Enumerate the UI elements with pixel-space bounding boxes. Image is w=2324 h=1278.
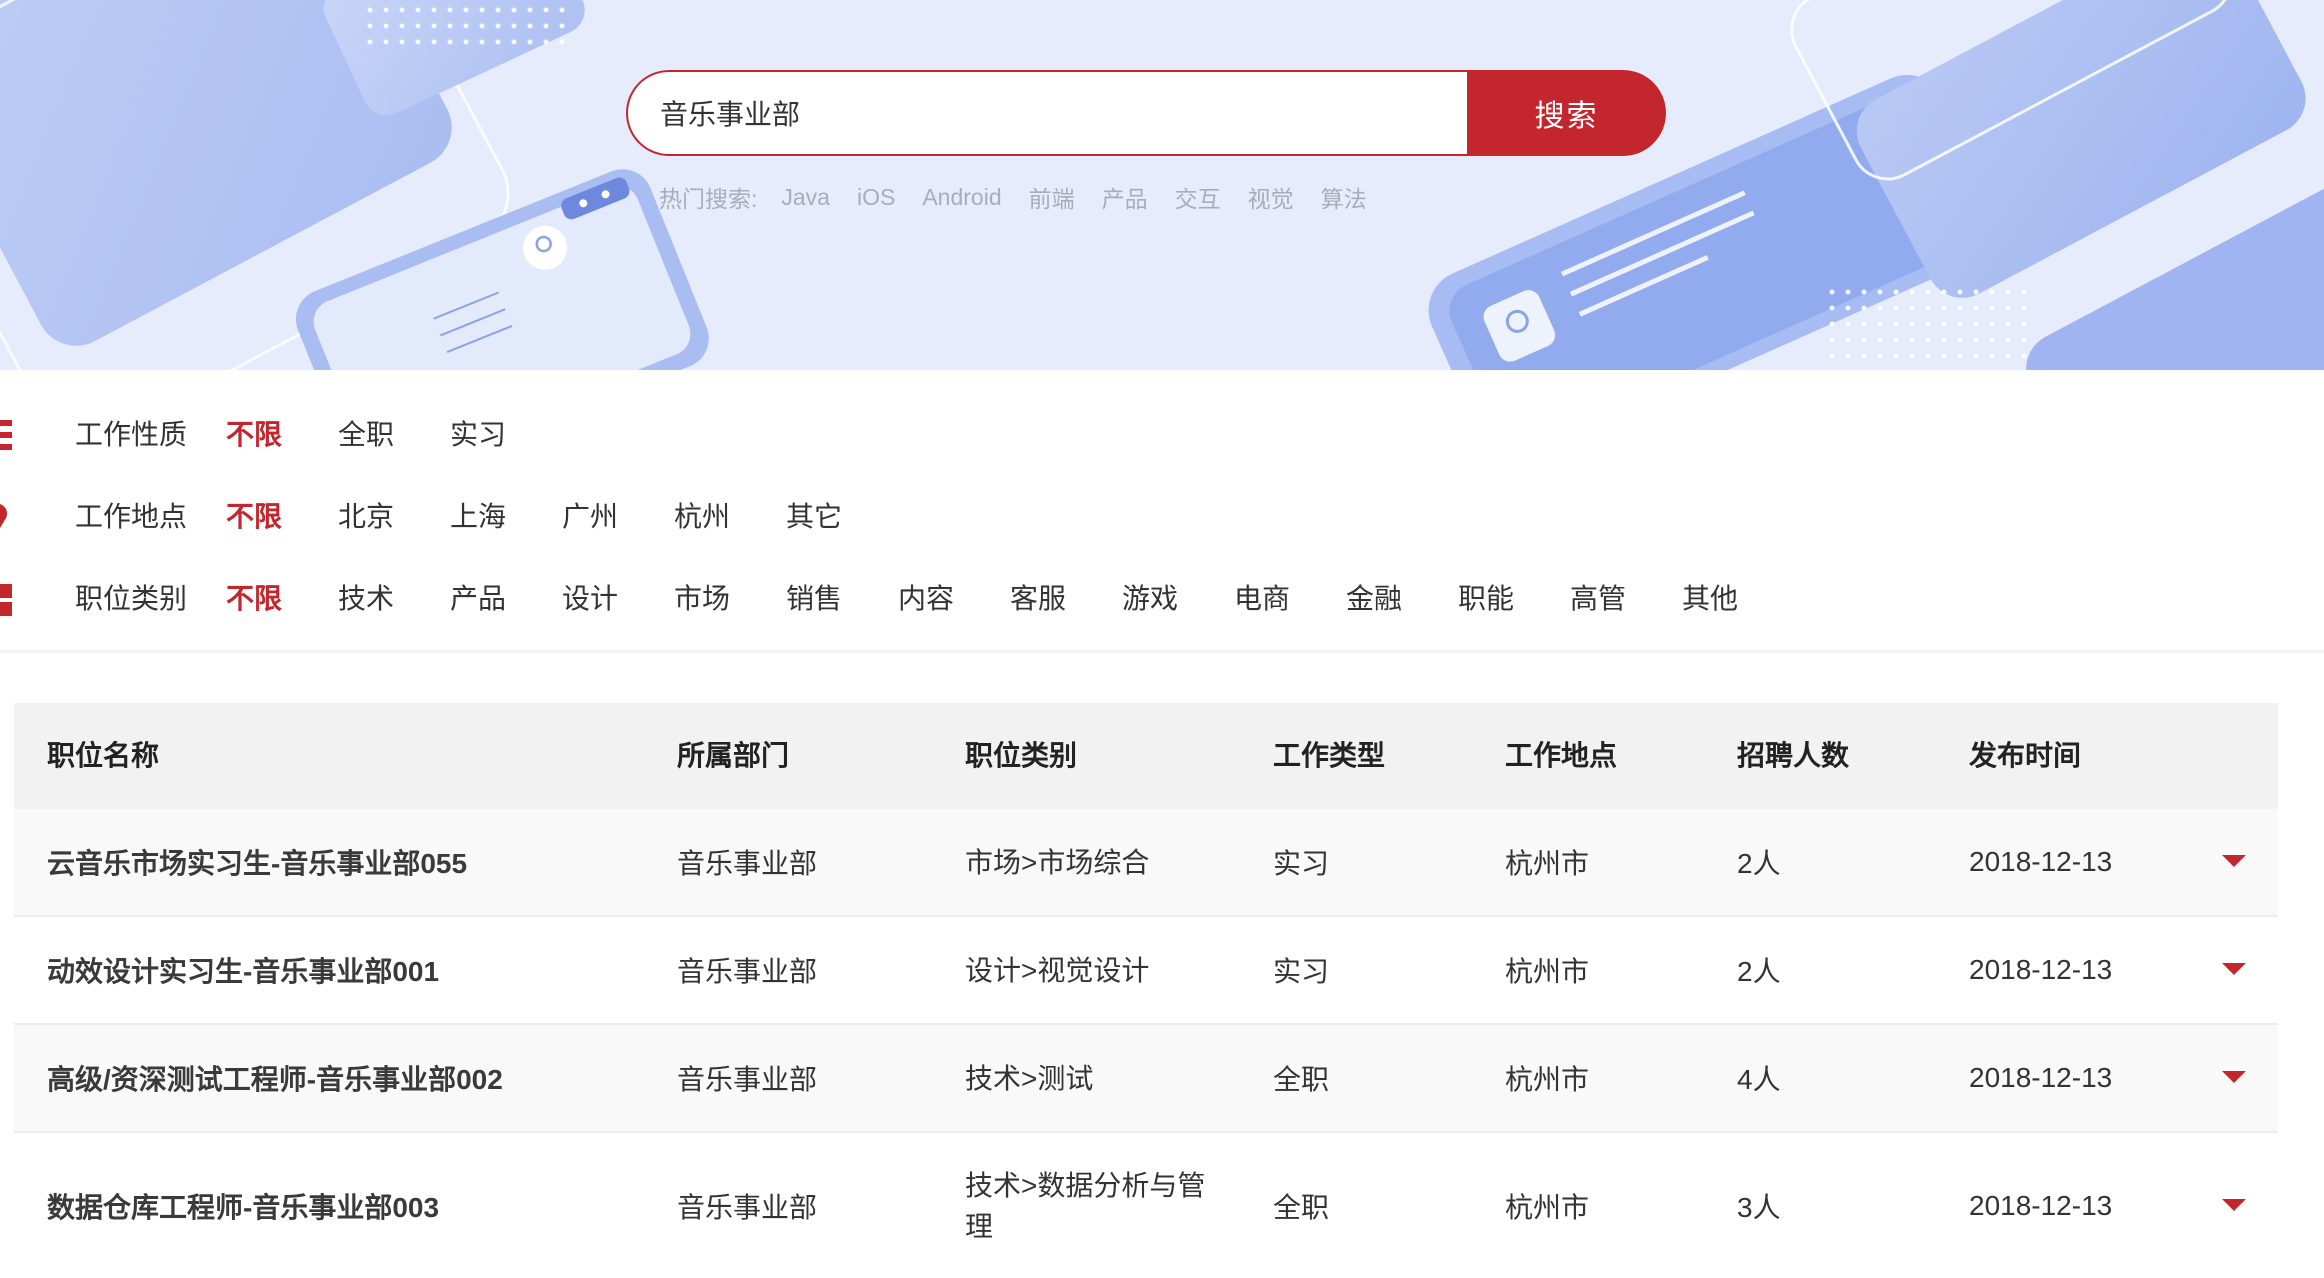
column-header-date: 发布时间 bbox=[1969, 740, 2082, 771]
job-date: 2018-12-13 bbox=[1969, 1189, 2113, 1221]
section-divider bbox=[0, 650, 2324, 654]
filter-title-job-nature: 工作性质 bbox=[75, 419, 188, 450]
filter-option-beijing[interactable]: 北京 bbox=[338, 495, 394, 535]
job-location: 杭州市 bbox=[1505, 848, 1590, 879]
filter-option-product[interactable]: 产品 bbox=[450, 577, 506, 617]
job-name[interactable]: 云音乐市场实习生-音乐事业部055 bbox=[47, 809, 467, 915]
column-header-count: 招聘人数 bbox=[1737, 740, 1850, 771]
column-header-dept: 所属部门 bbox=[677, 740, 790, 771]
job-count: 2人 bbox=[1737, 848, 1781, 879]
job-location: 杭州市 bbox=[1505, 956, 1590, 987]
search-bar: 搜索 bbox=[626, 70, 1666, 156]
filter-panel: 工作性质 不限 全职 实习 工作地点 不限 北京 上海 广州 杭州 其它 职位类… bbox=[0, 370, 2324, 655]
filter-option-content[interactable]: 内容 bbox=[898, 577, 954, 617]
column-header-category: 职位类别 bbox=[965, 740, 1078, 771]
search-input[interactable] bbox=[626, 70, 1467, 156]
hot-search-label: 热门搜索: bbox=[659, 186, 758, 212]
category-grid-icon bbox=[0, 584, 12, 616]
table-row[interactable]: 高级/资深测试工程师-音乐事业部002 音乐事业部 技术>测试 全职 杭州市 4… bbox=[14, 1025, 2278, 1133]
hot-searches: 热门搜索: Java iOS Android 前端 产品 交互 视觉 算法 bbox=[659, 180, 1394, 214]
hot-search-algorithm[interactable]: 算法 bbox=[1321, 180, 1367, 214]
filter-option-ecommerce[interactable]: 电商 bbox=[1234, 577, 1290, 617]
filter-option-location-other[interactable]: 其它 bbox=[786, 495, 842, 535]
filter-option-shanghai[interactable]: 上海 bbox=[450, 495, 506, 535]
filter-option-game[interactable]: 游戏 bbox=[1122, 577, 1178, 617]
filter-option-tech[interactable]: 技术 bbox=[338, 577, 394, 617]
job-date: 2018-12-13 bbox=[1969, 846, 2113, 877]
filter-option-intern[interactable]: 实习 bbox=[450, 413, 506, 453]
job-name[interactable]: 动效设计实习生-音乐事业部001 bbox=[47, 917, 439, 1023]
job-dept: 音乐事业部 bbox=[677, 956, 818, 987]
job-name[interactable]: 数据仓库工程师-音乐事业部003 bbox=[47, 1133, 439, 1278]
job-type: 实习 bbox=[1273, 956, 1330, 987]
job-dept: 音乐事业部 bbox=[677, 848, 818, 879]
filter-option-sales[interactable]: 销售 bbox=[786, 577, 842, 617]
filter-title-category: 职位类别 bbox=[75, 583, 188, 614]
job-category: 市场>市场综合 bbox=[965, 846, 1150, 878]
table-header: 职位名称 所属部门 职位类别 工作类型 工作地点 招聘人数 发布时间 bbox=[14, 703, 2278, 809]
job-dept: 音乐事业部 bbox=[677, 1064, 818, 1095]
job-date: 2018-12-13 bbox=[1969, 1062, 2113, 1093]
hot-search-android[interactable]: Android bbox=[922, 184, 1001, 211]
column-header-location: 工作地点 bbox=[1505, 740, 1618, 771]
filter-option-design[interactable]: 设计 bbox=[562, 577, 618, 617]
filter-option-hangzhou[interactable]: 杭州 bbox=[674, 495, 730, 535]
expand-arrow-icon[interactable] bbox=[2222, 1199, 2246, 1211]
filter-option-marketing[interactable]: 市场 bbox=[674, 577, 730, 617]
filter-option-customer-service[interactable]: 客服 bbox=[1010, 577, 1066, 617]
expand-arrow-icon[interactable] bbox=[2222, 855, 2246, 867]
table-row[interactable]: 数据仓库工程师-音乐事业部003 音乐事业部 技术>数据分析与管理 全职 杭州市… bbox=[14, 1133, 2278, 1278]
job-type: 全职 bbox=[1273, 1064, 1330, 1095]
job-count: 3人 bbox=[1737, 1191, 1781, 1223]
expand-arrow-icon[interactable] bbox=[2222, 963, 2246, 975]
hot-search-frontend[interactable]: 前端 bbox=[1029, 180, 1075, 214]
job-type: 实习 bbox=[1273, 848, 1330, 879]
job-count: 4人 bbox=[1737, 1064, 1781, 1095]
filter-option-finance[interactable]: 金融 bbox=[1346, 577, 1402, 617]
filter-option-guangzhou[interactable]: 广州 bbox=[562, 495, 618, 535]
column-header-type: 工作类型 bbox=[1273, 740, 1386, 771]
filter-option-executive[interactable]: 高管 bbox=[1570, 577, 1626, 617]
job-type: 全职 bbox=[1273, 1191, 1330, 1223]
hot-search-visual[interactable]: 视觉 bbox=[1248, 180, 1294, 214]
job-name[interactable]: 高级/资深测试工程师-音乐事业部002 bbox=[47, 1025, 503, 1131]
job-date: 2018-12-13 bbox=[1969, 954, 2113, 985]
job-location: 杭州市 bbox=[1505, 1064, 1590, 1095]
hot-search-ios[interactable]: iOS bbox=[857, 184, 895, 211]
expand-arrow-icon[interactable] bbox=[2222, 1071, 2246, 1083]
search-banner: 搜索 热门搜索: Java iOS Android 前端 产品 交互 视觉 算法 bbox=[0, 0, 2324, 370]
job-category: 设计>视觉设计 bbox=[965, 954, 1150, 986]
column-header-name: 职位名称 bbox=[47, 740, 160, 771]
filter-option-location-any[interactable]: 不限 bbox=[226, 495, 282, 535]
filter-option-category-any[interactable]: 不限 bbox=[226, 577, 282, 617]
job-dept: 音乐事业部 bbox=[677, 1191, 818, 1223]
job-category: 技术>数据分析与管理 bbox=[965, 1169, 1206, 1242]
search-button[interactable]: 搜索 bbox=[1467, 70, 1666, 156]
table-row[interactable]: 动效设计实习生-音乐事业部001 音乐事业部 设计>视觉设计 实习 杭州市 2人… bbox=[14, 917, 2278, 1025]
table-row[interactable]: 云音乐市场实习生-音乐事业部055 音乐事业部 市场>市场综合 实习 杭州市 2… bbox=[14, 809, 2278, 917]
job-location: 杭州市 bbox=[1505, 1191, 1590, 1223]
filter-title-location: 工作地点 bbox=[75, 501, 188, 532]
filter-option-fulltime[interactable]: 全职 bbox=[338, 413, 394, 453]
filter-option-functions[interactable]: 职能 bbox=[1458, 577, 1514, 617]
filter-option-job-nature-any[interactable]: 不限 bbox=[226, 413, 282, 453]
job-table: 职位名称 所属部门 职位类别 工作类型 工作地点 招聘人数 发布时间 云音乐市场… bbox=[14, 703, 2278, 1278]
hot-search-interaction[interactable]: 交互 bbox=[1175, 180, 1221, 214]
job-category: 技术>测试 bbox=[965, 1062, 1094, 1094]
hot-search-product[interactable]: 产品 bbox=[1102, 180, 1148, 214]
hot-search-java[interactable]: Java bbox=[781, 184, 830, 211]
filter-option-category-other[interactable]: 其他 bbox=[1682, 577, 1738, 617]
location-pin-icon bbox=[0, 504, 8, 528]
job-count: 2人 bbox=[1737, 956, 1781, 987]
list-icon bbox=[0, 420, 12, 450]
